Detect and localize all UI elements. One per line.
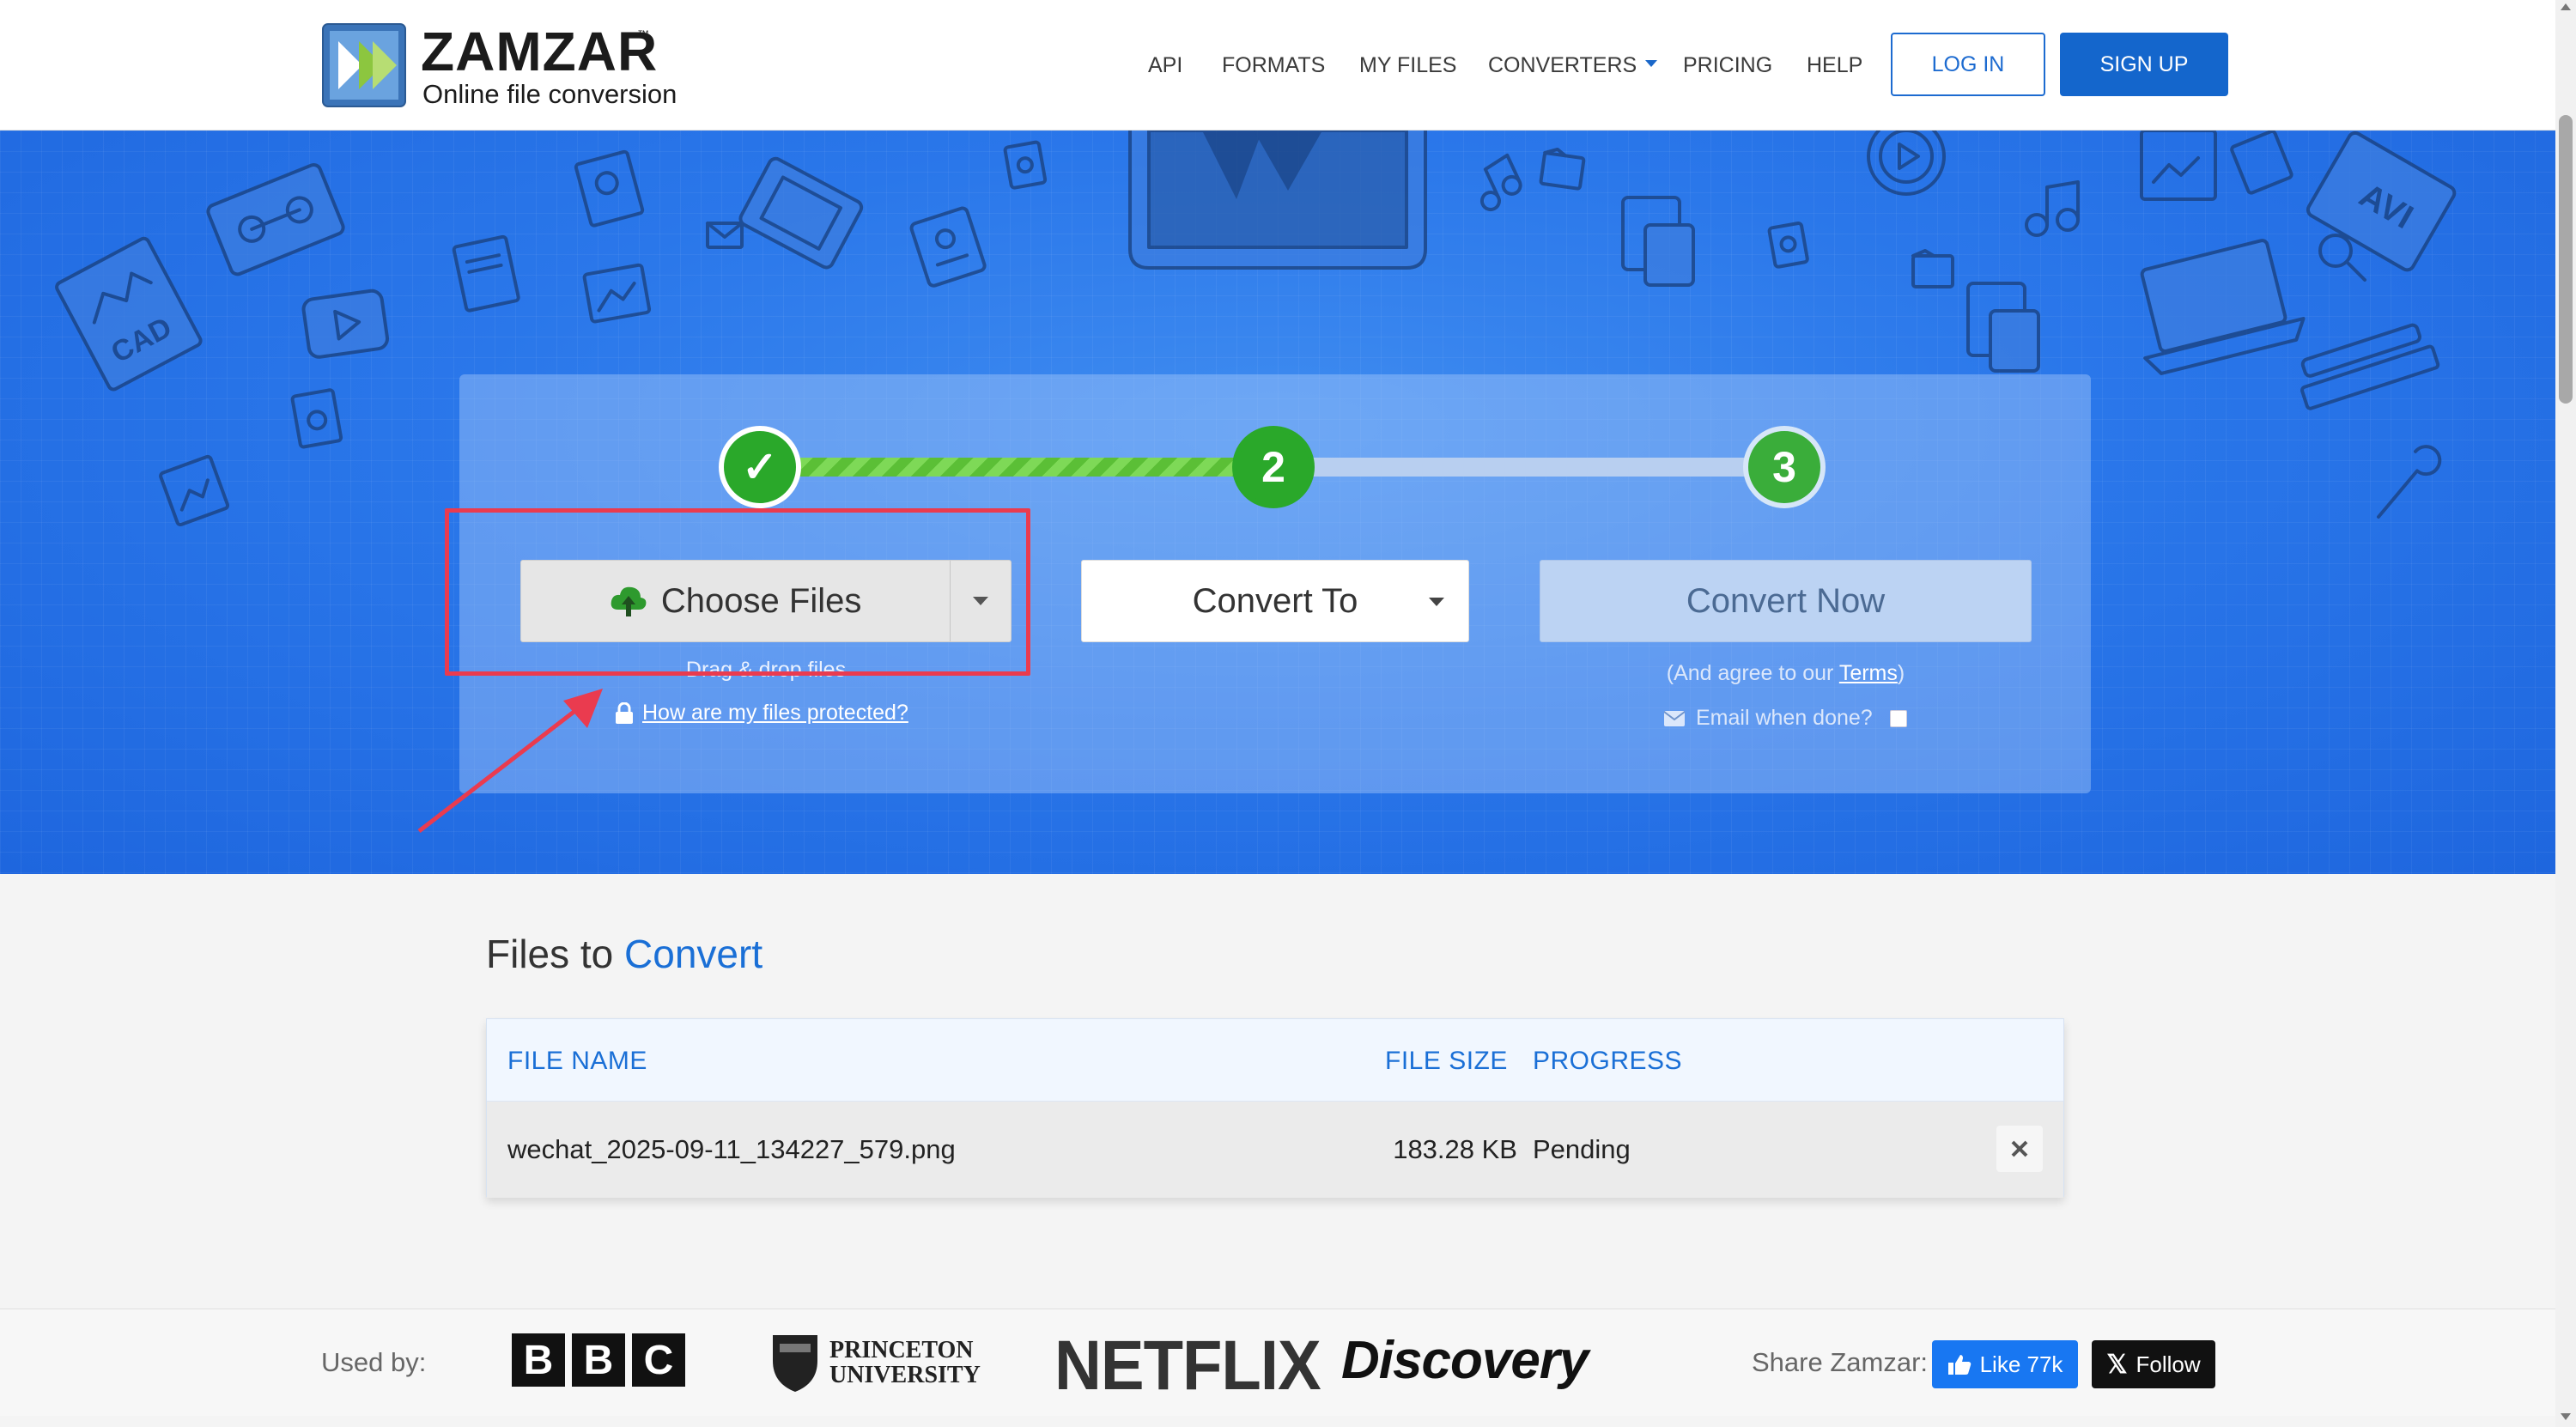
files-protected-label: How are my files protected?: [642, 701, 908, 725]
photo-doodle-icon: [582, 263, 652, 324]
email-when-done: Email when done?: [1663, 706, 1907, 731]
thumbs-up-icon: [1947, 1355, 1971, 1375]
share-label: Share Zamzar:: [1752, 1347, 1929, 1377]
nav-api[interactable]: API: [1148, 53, 1182, 78]
convert-to-label: Convert To: [1192, 581, 1358, 620]
convert-to-select[interactable]: Convert To: [1081, 560, 1469, 642]
email-when-done-checkbox[interactable]: [1889, 709, 1907, 727]
cassette-doodle-icon: [206, 162, 345, 276]
copy-doodle-icon: [1966, 282, 2040, 373]
small-file-doodle-icon: [1767, 222, 1809, 269]
remove-file-button[interactable]: [1996, 1126, 2043, 1172]
close-icon: [2011, 1140, 2028, 1157]
file-size-cell: 183.28 KB: [1393, 1134, 1517, 1164]
film-strip-doodle-icon: [738, 156, 864, 270]
scrollbar-thumb[interactable]: [2559, 115, 2573, 404]
nav-help[interactable]: HELP: [1807, 53, 1862, 78]
scroll-up-arrow-icon[interactable]: [2561, 3, 2571, 10]
brand-name: ZAMZAR: [421, 21, 659, 82]
discovery-logo: Discovery: [1341, 1331, 1589, 1390]
brand-tagline: Online file conversion: [422, 79, 677, 109]
contact-card-doodle-icon: [909, 206, 987, 288]
like-label: Like 77k: [1979, 1351, 2063, 1377]
email-when-done-label: Email when done?: [1696, 706, 1873, 730]
princeton-logo: PRINCETON UNIVERSITY: [771, 1330, 981, 1395]
music-note-doodle-icon: [1479, 153, 1522, 212]
zamzar-logo[interactable]: ZAMZAR ™ Online file conversion: [321, 22, 733, 112]
copy-doodle-icon: [1621, 196, 1695, 287]
avi-file-doodle-icon: AVI: [2306, 131, 2457, 272]
step-1-complete: ✓: [719, 426, 801, 508]
convert-now-button[interactable]: Convert Now: [1540, 560, 2032, 642]
table-row: wechat_2025-09-11_134227_579.png 183.28 …: [487, 1102, 2063, 1198]
princeton-shield-icon: [773, 1335, 817, 1392]
step-track-pending: [1305, 458, 1769, 477]
nav-formats[interactable]: FORMATS: [1222, 53, 1325, 78]
annotation-arrow-icon: [417, 689, 603, 833]
column-file-size: FILE SIZE: [1385, 1047, 1508, 1075]
gallery-doodle-icon: [2140, 131, 2217, 201]
used-by-footer: Used by: B B C PRINCETON UNIVERSITY NETF…: [0, 1309, 2555, 1416]
scroll-down-arrow-icon[interactable]: [2561, 1413, 2571, 1420]
zamzar-logo-mark-icon: [322, 23, 406, 107]
mp3-file-doodle-icon: [574, 149, 645, 228]
small-file-doodle-icon: [1003, 140, 1048, 190]
checkmark-icon: ✓: [742, 443, 778, 491]
envelope-icon: [1663, 710, 1686, 726]
used-by-label: Used by:: [321, 1347, 427, 1377]
step-2-indicator: 2: [1232, 426, 1315, 508]
follow-label: Follow: [2136, 1351, 2201, 1377]
nav-my-files[interactable]: MY FILES: [1359, 53, 1456, 78]
facebook-like-button[interactable]: Like 77k: [1932, 1340, 2078, 1388]
chevron-down-icon: [1645, 60, 1658, 68]
site-header: ZAMZAR ™ Online file conversion API FORM…: [0, 0, 2555, 131]
image-file-doodle-icon: [159, 454, 230, 527]
file-name-cell: wechat_2025-09-11_134227_579.png: [507, 1134, 956, 1164]
files-table: FILE NAME FILE SIZE PROGRESS wechat_2025…: [486, 1018, 2064, 1198]
cad-file-doodle-icon: CAD: [55, 236, 203, 392]
signup-button[interactable]: SIGN UP: [2060, 33, 2228, 96]
laptop-doodle-icon: [2140, 239, 2306, 375]
step-3-indicator: 3: [1743, 426, 1826, 508]
bbc-logo: B B C: [512, 1333, 685, 1387]
login-button[interactable]: LOG IN: [1891, 33, 2045, 96]
files-to-convert-title: Files to Convert: [486, 932, 763, 976]
nav-converters-label: CONVERTERS: [1488, 53, 1637, 77]
files-protected-link[interactable]: How are my files protected?: [615, 701, 908, 726]
step-track-complete: [799, 458, 1254, 477]
column-progress: PROGRESS: [1533, 1047, 1683, 1075]
progress-cell: Pending: [1533, 1134, 1631, 1164]
netflix-logo: NETFLIX: [1054, 1326, 1321, 1406]
video-doodle-icon: [301, 288, 390, 359]
folder-doodle-icon: [1911, 249, 1954, 288]
nav-converters[interactable]: CONVERTERS: [1488, 53, 1658, 78]
column-file-name: FILE NAME: [507, 1047, 647, 1075]
files-table-header: FILE NAME FILE SIZE PROGRESS: [487, 1019, 2063, 1102]
x-follow-button[interactable]: 𝕏 Follow: [2092, 1340, 2215, 1388]
wrench-doodle-icon: [2377, 445, 2442, 519]
file-doodle-icon: [290, 388, 343, 449]
terms-link[interactable]: Terms: [1839, 661, 1898, 685]
chevron-down-icon: [1429, 598, 1444, 606]
play-circle-doodle-icon: [1867, 131, 1946, 196]
page-scrollbar[interactable]: [2555, 0, 2576, 1427]
brand-trademark: ™: [637, 27, 649, 41]
music-notes-doodle-icon: [2025, 180, 2080, 237]
mov-file-doodle-icon: [452, 234, 520, 313]
envelope-doodle-icon: [706, 222, 744, 249]
monitor-doodle-icon: [1128, 131, 1427, 270]
highlight-annotation-box: [445, 508, 1030, 676]
terms-agreement: (And agree to our Terms): [1666, 661, 1905, 685]
nav-pricing[interactable]: PRICING: [1683, 53, 1772, 78]
pencil-ruler-doodle-icon: [2300, 323, 2440, 410]
document-doodle-icon: [2230, 131, 2293, 195]
folder-doodle-icon: [1539, 147, 1586, 191]
x-logo-icon: 𝕏: [2106, 1350, 2128, 1379]
